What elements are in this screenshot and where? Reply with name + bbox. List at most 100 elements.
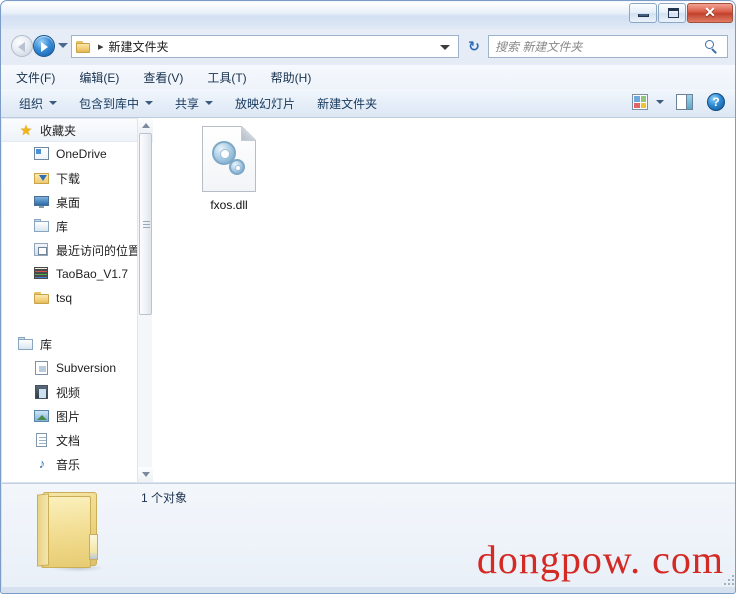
search-placeholder: 搜索 新建文件夹	[495, 40, 583, 54]
command-share-label: 共享	[175, 96, 200, 111]
search-input[interactable]: 搜索 新建文件夹	[488, 35, 728, 58]
folder-icon	[76, 40, 92, 54]
minimize-button[interactable]	[629, 3, 657, 23]
picture-icon	[34, 408, 50, 424]
sidebar-item-videos[interactable]: 视频	[2, 380, 153, 404]
sidebar-item-recent-places[interactable]: 最近访问的位置	[2, 238, 153, 262]
sidebar-item-onedrive[interactable]: OneDrive	[2, 142, 153, 166]
scrollbar-grip-icon	[143, 221, 150, 222]
sidebar-item-label: TaoBao_V1.7	[56, 267, 129, 281]
help-icon[interactable]: ?	[707, 93, 725, 111]
back-arrow-icon	[18, 42, 25, 52]
sidebar-item-label: Subversion	[56, 361, 117, 375]
folder-icon	[34, 290, 50, 306]
dll-gear-icon	[202, 126, 256, 192]
sidebar-item-subversion[interactable]: Subversion	[2, 356, 153, 380]
navigation-scrollbar[interactable]	[137, 118, 153, 482]
maximize-icon	[668, 8, 679, 18]
view-mode-chevron-down-icon[interactable]	[656, 100, 664, 104]
command-slideshow-label: 放映幻灯片	[235, 96, 296, 111]
watermark-text: dongpow. com	[476, 537, 724, 582]
forward-button[interactable]	[33, 35, 55, 57]
back-button[interactable]	[11, 35, 33, 57]
command-bar-right-group: ?	[632, 93, 731, 111]
file-name-label: fxos.dll	[210, 198, 248, 212]
sidebar-item-label: 库	[56, 219, 69, 234]
refresh-icon: ↻	[468, 38, 480, 54]
file-list-pane[interactable]: fxos.dll	[153, 118, 735, 482]
object-count-label: 1 个对象	[141, 491, 188, 505]
navigation-pane: ★ 收藏夹 OneDrive 下载 桌面 库 最近访问的位置 TaoBao_V1…	[2, 118, 153, 482]
history-dropdown-icon[interactable]	[58, 43, 68, 48]
command-organize[interactable]: 组织	[19, 95, 58, 112]
list-item[interactable]: fxos.dll	[181, 126, 277, 212]
scrollbar-thumb[interactable]	[139, 133, 152, 315]
command-bar: 组织 包含到库中 共享 放映幻灯片 新建文件夹 ?	[1, 89, 735, 118]
view-mode-icon[interactable]	[632, 94, 648, 110]
menu-item-view[interactable]: 查看(V)	[140, 67, 186, 88]
sidebar-item-label: tsq	[56, 291, 73, 305]
sidebar-item-downloads[interactable]: 下载	[2, 166, 153, 190]
command-slideshow[interactable]: 放映幻灯片	[235, 95, 295, 112]
close-icon: ✕	[704, 5, 716, 21]
breadcrumb-separator-icon: ▸	[98, 41, 104, 53]
details-pane: 1 个对象 dongpow. com	[2, 483, 735, 587]
open-folder-icon	[29, 488, 107, 574]
window-controls: ✕	[628, 3, 733, 23]
menu-bar: 文件(F) 编辑(E) 查看(V) 工具(T) 帮助(H)	[1, 65, 735, 89]
sidebar-item-label: 桌面	[56, 195, 81, 210]
sidebar-item-documents[interactable]: 文档	[2, 428, 153, 452]
address-dropdown-icon[interactable]	[440, 45, 450, 50]
recent-places-icon	[34, 242, 50, 258]
menu-item-tools[interactable]: 工具(T)	[204, 67, 249, 88]
document-icon	[34, 432, 50, 448]
resize-grip-icon[interactable]	[722, 573, 734, 585]
sidebar-item-music[interactable]: ♪ 音乐	[2, 452, 153, 476]
desktop-icon	[34, 194, 50, 210]
address-input[interactable]: ▸ 新建文件夹	[71, 35, 459, 58]
chevron-down-icon	[49, 101, 58, 105]
sidebar-item-label: 收藏夹	[40, 123, 77, 138]
refresh-button[interactable]: ↻	[463, 35, 485, 58]
music-icon: ♪	[38, 456, 46, 471]
subversion-icon	[34, 360, 50, 376]
breadcrumb-path: 新建文件夹	[108, 40, 169, 54]
command-new-folder-label: 新建文件夹	[317, 96, 378, 111]
sidebar-item-libraries[interactable]: 库	[2, 332, 153, 356]
explorer-window: ✕ ▸ 新建文件夹 ↻ 搜索 新建文件夹 文件(F) 编辑(E) 查看(V) 工…	[0, 0, 736, 594]
title-bar-gloss	[2, 2, 735, 14]
menu-item-file[interactable]: 文件(F)	[13, 67, 58, 88]
close-button[interactable]: ✕	[687, 3, 733, 23]
command-include-in-library[interactable]: 包含到库中	[79, 95, 154, 112]
forward-arrow-icon	[41, 42, 48, 52]
address-bar-row: ▸ 新建文件夹 ↻ 搜索 新建文件夹	[1, 29, 735, 64]
sidebar-item-label: 音乐	[56, 457, 81, 472]
onedrive-icon	[34, 146, 50, 162]
star-icon: ★	[19, 122, 33, 138]
command-new-folder[interactable]: 新建文件夹	[317, 95, 377, 112]
sidebar-group-spacer	[2, 310, 153, 332]
sidebar-item-label: 最近访问的位置	[56, 243, 141, 258]
sidebar-item-taobao[interactable]: TaoBao_V1.7	[2, 262, 153, 286]
library-icon	[34, 218, 50, 234]
menu-item-help[interactable]: 帮助(H)	[268, 67, 315, 88]
chevron-down-icon	[205, 101, 214, 105]
preview-pane-icon[interactable]	[676, 94, 693, 110]
search-icon	[705, 40, 719, 54]
sidebar-item-favorites[interactable]: ★ 收藏夹	[2, 118, 153, 142]
command-share[interactable]: 共享	[175, 95, 214, 112]
sidebar-item-label: 库	[40, 337, 53, 352]
scroll-up-icon[interactable]	[138, 118, 153, 133]
sidebar-item-label: 文档	[56, 433, 81, 448]
sidebar-item-desktop[interactable]: 桌面	[2, 190, 153, 214]
sidebar-item-pictures[interactable]: 图片	[2, 404, 153, 428]
menu-item-edit[interactable]: 编辑(E)	[76, 67, 122, 88]
video-icon	[34, 384, 50, 400]
maximize-button[interactable]	[658, 3, 686, 23]
title-bar: ✕	[1, 1, 735, 29]
scroll-down-icon[interactable]	[138, 467, 153, 482]
command-include-in-library-label: 包含到库中	[79, 96, 140, 111]
sidebar-item-library-shortcut[interactable]: 库	[2, 214, 153, 238]
sidebar-item-tsq[interactable]: tsq	[2, 286, 153, 310]
chevron-down-icon	[145, 101, 154, 105]
